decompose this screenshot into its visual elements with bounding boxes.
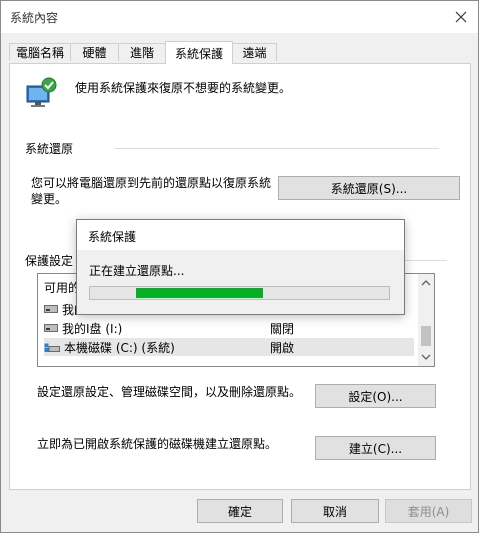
configure-text: 設定還原設定、管理磁碟空間，以及刪除還原點。 bbox=[37, 385, 302, 399]
button-label: 建立(C)... bbox=[348, 441, 403, 456]
button-label: 套用(A) bbox=[407, 504, 450, 519]
system-restore-button[interactable]: 系統還原(S)... bbox=[278, 176, 460, 200]
create-button[interactable]: 建立(C)... bbox=[315, 436, 436, 460]
tab-label: 電腦名稱 bbox=[15, 46, 64, 60]
button-label: 設定(O)... bbox=[348, 389, 403, 404]
dialog-message: 正在建立還原點... bbox=[89, 264, 185, 278]
system-protection-progress-dialog: 系統保護 正在建立還原點... bbox=[76, 219, 405, 315]
tab-hardware[interactable]: 硬體 bbox=[70, 43, 119, 61]
restore-separator bbox=[115, 148, 439, 149]
apply-button[interactable]: 套用(A) bbox=[385, 499, 472, 523]
drive-icon bbox=[44, 324, 58, 332]
system-properties-window: 系統內容 電腦名稱 硬體 進階 系統保護 遠端 使用系統保護來復原不想要的系統變… bbox=[0, 0, 479, 533]
tab-label: 進階 bbox=[129, 46, 154, 60]
dialog-title: 系統保護 bbox=[88, 230, 137, 244]
tab-computer-name[interactable]: 電腦名稱 bbox=[9, 43, 71, 61]
drive-name: 本機磁碟 (C:) (系統) bbox=[64, 340, 175, 355]
progress-bar bbox=[89, 286, 390, 300]
ok-button[interactable]: 確定 bbox=[197, 499, 283, 523]
restore-description-line1: 您可以將電腦還原到先前的還原點以復原系統 bbox=[31, 176, 272, 190]
dialog-title-bar: 系統保護 bbox=[77, 220, 404, 250]
tab-label: 硬體 bbox=[82, 46, 107, 60]
list-header: 可用的 bbox=[44, 281, 81, 295]
button-label: 系統還原(S)... bbox=[330, 181, 408, 196]
button-label: 取消 bbox=[322, 504, 347, 519]
drive-state: 開啟 bbox=[270, 340, 295, 355]
create-text: 立即為已開啟系統保護的磁碟機建立還原點。 bbox=[37, 437, 278, 451]
tab-label: 系統保護 bbox=[174, 46, 223, 61]
close-icon[interactable] bbox=[444, 1, 478, 33]
intro-text: 使用系統保護來復原不想要的系統變更。 bbox=[75, 81, 292, 95]
tab-system-protection[interactable]: 系統保護 bbox=[165, 41, 233, 64]
protection-separator bbox=[403, 260, 447, 261]
tab-remote[interactable]: 遠端 bbox=[232, 43, 277, 61]
tab-advanced[interactable]: 進階 bbox=[118, 43, 166, 61]
list-scrollbar[interactable] bbox=[418, 274, 434, 366]
system-protection-icon bbox=[24, 76, 58, 110]
button-label: 確定 bbox=[227, 504, 252, 519]
restore-heading: 系統還原 bbox=[25, 142, 74, 156]
scroll-thumb[interactable] bbox=[421, 326, 431, 346]
protection-heading: 保護設定 bbox=[25, 254, 74, 268]
scroll-up-icon[interactable] bbox=[421, 279, 431, 287]
progress-fill bbox=[136, 288, 263, 298]
system-drive-icon bbox=[44, 343, 60, 352]
list-item[interactable]: 我的I盘 (I:) 關閉 bbox=[44, 319, 414, 337]
drive-state: 關閉 bbox=[270, 321, 295, 336]
restore-description-line2: 變更。 bbox=[31, 192, 68, 206]
tab-label: 遠端 bbox=[242, 46, 267, 60]
configure-button[interactable]: 設定(O)... bbox=[315, 384, 436, 408]
list-item[interactable]: 本機磁碟 (C:) (系統) 開啟 bbox=[44, 338, 414, 356]
cancel-button[interactable]: 取消 bbox=[291, 499, 379, 523]
scroll-down-icon[interactable] bbox=[421, 353, 431, 361]
drive-name: 我的I盘 (I:) bbox=[62, 321, 123, 336]
window-title: 系統內容 bbox=[10, 11, 59, 25]
drive-icon bbox=[44, 305, 58, 313]
title-bar: 系統內容 bbox=[1, 1, 478, 33]
